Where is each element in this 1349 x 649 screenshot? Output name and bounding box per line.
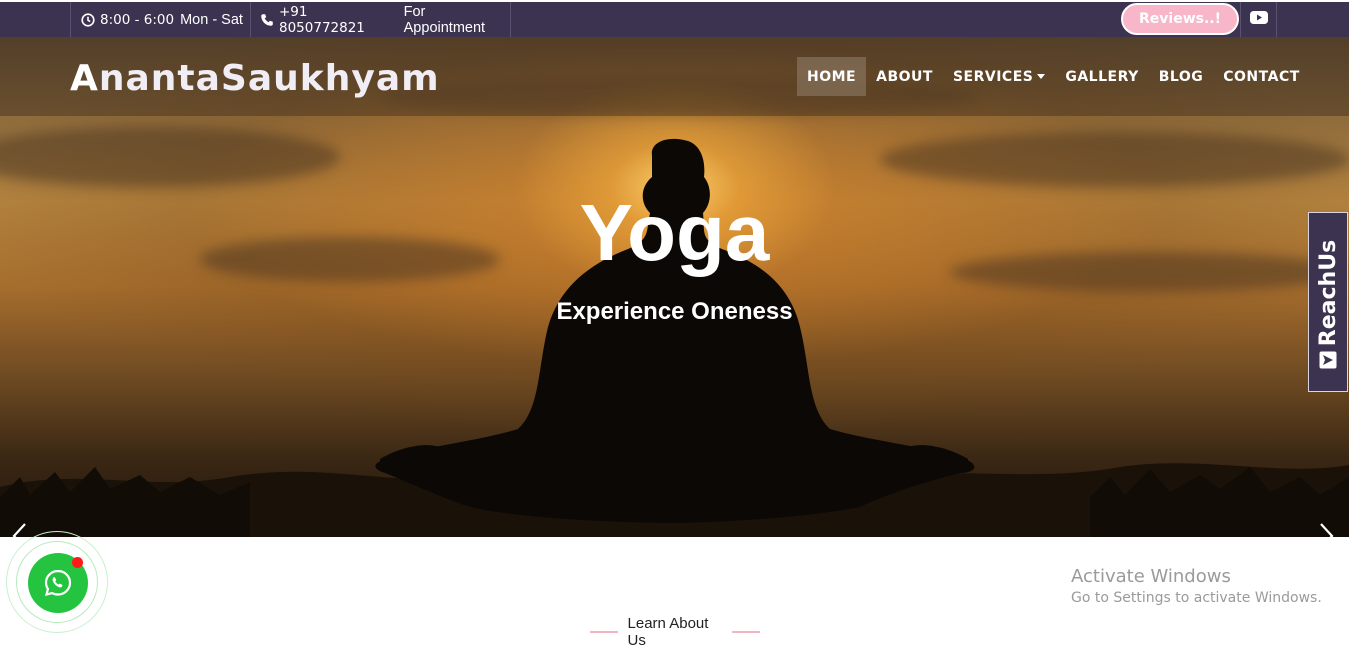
- nav-home[interactable]: HOME: [797, 57, 867, 96]
- heading-divider: [732, 631, 760, 633]
- hero-slider: [0, 37, 1349, 537]
- nav-contact[interactable]: CONTACT: [1213, 57, 1310, 96]
- paper-plane-icon: [1319, 351, 1337, 369]
- reviews-button[interactable]: Reviews..!: [1121, 3, 1239, 35]
- caret-down-icon: [1037, 74, 1046, 79]
- next-slide-arrow[interactable]: [1316, 521, 1336, 537]
- nav-about[interactable]: ABOUT: [866, 57, 943, 96]
- chevron-right-icon: [1320, 523, 1334, 537]
- heading-divider: [590, 631, 618, 633]
- phone-number: +91 8050772821: [279, 3, 365, 36]
- windows-watermark: Activate Windows Go to Settings to activ…: [1071, 566, 1322, 606]
- phone-icon: [260, 13, 274, 27]
- nav-blog[interactable]: BLOG: [1149, 57, 1214, 96]
- hero-title: Yoga: [579, 188, 770, 277]
- reach-us-label: ReachUs: [1316, 239, 1341, 347]
- phone-contact[interactable]: +91 8050772821 For Appointment: [250, 2, 511, 37]
- prev-slide-arrow[interactable]: [10, 521, 30, 537]
- main-nav: HOME ABOUT SERVICES GALLERY BLOG CONTACT: [797, 57, 1310, 96]
- hours-days: Mon - Sat: [180, 11, 243, 28]
- nav-gallery[interactable]: GALLERY: [1055, 57, 1148, 96]
- watermark-title: Activate Windows: [1071, 566, 1231, 587]
- hours-time: 8:00 - 6:00: [100, 11, 175, 28]
- watermark-note: Go to Settings to activate Windows.: [1071, 590, 1322, 606]
- business-hours: 8:00 - 6:00 Mon - Sat: [70, 2, 250, 37]
- whatsapp-icon: [44, 569, 72, 597]
- hero-subtitle: Experience Oneness: [556, 298, 793, 325]
- site-logo[interactable]: AnantaSaukhyam: [70, 58, 440, 102]
- clock-icon: [81, 12, 95, 27]
- nav-services-label: SERVICES: [952, 68, 1034, 85]
- top-bar: 8:00 - 6:00 Mon - Sat +91 8050772821 For…: [0, 2, 1349, 37]
- reach-us-tab[interactable]: ReachUs: [1308, 212, 1348, 392]
- youtube-icon: [1249, 10, 1268, 29]
- phone-note: For Appointment: [403, 3, 486, 36]
- chevron-left-icon: [12, 523, 26, 537]
- nav-services[interactable]: SERVICES: [943, 57, 1055, 96]
- learn-about-heading: Learn About Us: [580, 615, 770, 649]
- youtube-link[interactable]: [1240, 2, 1277, 37]
- learn-about-text: Learn About Us: [627, 615, 709, 649]
- notification-dot: [72, 557, 83, 568]
